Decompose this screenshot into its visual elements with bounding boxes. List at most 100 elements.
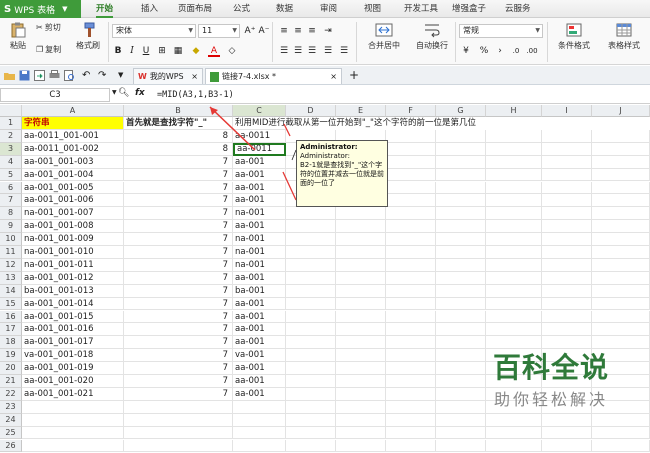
row-header[interactable]: 13 bbox=[0, 271, 22, 285]
row-header[interactable]: 16 bbox=[0, 310, 22, 324]
row-header[interactable]: 25 bbox=[0, 426, 22, 440]
cell-c[interactable]: aa-0011 bbox=[233, 129, 286, 143]
empty-cell[interactable] bbox=[436, 284, 486, 298]
empty-cell[interactable] bbox=[542, 284, 592, 298]
decrease-decimal-icon[interactable]: .00 bbox=[526, 45, 538, 57]
cell-c[interactable]: aa-001 bbox=[233, 181, 286, 195]
copy-button[interactable]: ❐ 复制 bbox=[36, 44, 61, 55]
cell-b[interactable]: 7 bbox=[124, 375, 233, 388]
row-header[interactable]: 26 bbox=[0, 439, 22, 453]
row-header[interactable]: 17 bbox=[0, 323, 22, 337]
cell-c[interactable] bbox=[233, 439, 286, 453]
justify-icon[interactable]: ☰ bbox=[322, 45, 334, 57]
bold-icon[interactable]: B bbox=[112, 45, 124, 57]
empty-cell[interactable] bbox=[336, 400, 386, 414]
cell-c[interactable]: aa-001 bbox=[233, 323, 286, 337]
cell-a[interactable]: aa-001_001-016 bbox=[22, 323, 124, 337]
cell-b[interactable]: 7 bbox=[124, 258, 233, 272]
empty-cell[interactable] bbox=[436, 258, 486, 272]
empty-cell[interactable] bbox=[386, 387, 436, 401]
cell-a[interactable]: aa-001_001-015 bbox=[22, 310, 124, 324]
empty-cell[interactable] bbox=[592, 310, 650, 324]
column-header-a[interactable]: A bbox=[22, 105, 124, 117]
cell-c[interactable]: na-001 bbox=[233, 233, 286, 246]
empty-cell[interactable] bbox=[436, 220, 486, 234]
redo-icon[interactable]: ↷ bbox=[98, 70, 109, 81]
empty-cell[interactable] bbox=[592, 129, 650, 143]
tab-enhance-box[interactable]: 增强盒子 bbox=[452, 0, 486, 18]
row-header[interactable]: 12 bbox=[0, 258, 22, 272]
empty-cell[interactable] bbox=[286, 246, 336, 259]
empty-cell[interactable] bbox=[286, 233, 336, 246]
empty-cell[interactable] bbox=[336, 362, 386, 375]
empty-cell[interactable] bbox=[542, 233, 592, 246]
cell-b[interactable] bbox=[124, 413, 233, 427]
clear-format-icon[interactable]: ◇ bbox=[226, 45, 238, 57]
empty-cell[interactable] bbox=[386, 271, 436, 285]
cell-b[interactable]: 7 bbox=[124, 246, 233, 259]
empty-cell[interactable] bbox=[486, 323, 542, 337]
fill-color-icon[interactable]: ◆ bbox=[190, 45, 202, 57]
cell-a[interactable]: na-001_001-007 bbox=[22, 207, 124, 221]
empty-cell[interactable] bbox=[486, 168, 542, 182]
app-menu-button[interactable]: S WPS 表格 ▼ bbox=[0, 0, 81, 18]
cell-a[interactable]: aa-0011_001-001 bbox=[22, 129, 124, 143]
row-header[interactable]: 10 bbox=[0, 233, 22, 246]
name-box[interactable]: C3 bbox=[0, 88, 110, 102]
empty-cell[interactable] bbox=[592, 220, 650, 234]
empty-cell[interactable] bbox=[436, 207, 486, 221]
row-header[interactable]: 20 bbox=[0, 362, 22, 375]
empty-cell[interactable] bbox=[436, 142, 486, 156]
cell-a[interactable] bbox=[22, 400, 124, 414]
row-header[interactable]: 11 bbox=[0, 246, 22, 259]
cell-a[interactable]: na-001_001-009 bbox=[22, 233, 124, 246]
empty-cell[interactable] bbox=[286, 284, 336, 298]
cell-c[interactable]: va-001 bbox=[233, 349, 286, 363]
empty-cell[interactable] bbox=[486, 284, 542, 298]
cell-a[interactable]: aa-001_001-012 bbox=[22, 271, 124, 285]
cell-b[interactable]: 7 bbox=[124, 207, 233, 221]
cut-button[interactable]: ✂ 剪切 bbox=[36, 22, 61, 33]
empty-cell[interactable] bbox=[386, 155, 436, 169]
empty-cell[interactable] bbox=[386, 207, 436, 221]
empty-cell[interactable] bbox=[592, 246, 650, 259]
empty-cell[interactable] bbox=[336, 258, 386, 272]
empty-cell[interactable] bbox=[542, 271, 592, 285]
empty-cell[interactable] bbox=[486, 207, 542, 221]
cell-a[interactable]: na-001_001-010 bbox=[22, 246, 124, 259]
empty-cell[interactable] bbox=[386, 375, 436, 388]
tab-my-wps[interactable]: W 我的WPS × bbox=[133, 68, 203, 84]
empty-cell[interactable] bbox=[286, 220, 336, 234]
row-header[interactable]: 18 bbox=[0, 336, 22, 350]
empty-cell[interactable] bbox=[592, 271, 650, 285]
cell-a[interactable]: aa-001_001-017 bbox=[22, 336, 124, 350]
column-header-g[interactable]: G bbox=[436, 105, 486, 117]
row-header[interactable]: 8 bbox=[0, 207, 22, 221]
cell-b[interactable] bbox=[124, 439, 233, 453]
empty-cell[interactable] bbox=[336, 426, 386, 440]
empty-cell[interactable] bbox=[286, 271, 336, 285]
empty-cell[interactable] bbox=[592, 155, 650, 169]
empty-cell[interactable] bbox=[386, 142, 436, 156]
align-left-icon[interactable]: ☰ bbox=[278, 45, 290, 57]
empty-cell[interactable] bbox=[336, 271, 386, 285]
paste-button[interactable]: 粘贴 bbox=[4, 22, 32, 51]
italic-icon[interactable]: I bbox=[126, 45, 138, 57]
empty-cell[interactable] bbox=[542, 129, 592, 143]
cell-a[interactable]: ba-001_001-013 bbox=[22, 284, 124, 298]
empty-cell[interactable] bbox=[336, 233, 386, 246]
shrink-font-icon[interactable]: A⁻ bbox=[258, 25, 270, 37]
row-header[interactable]: 24 bbox=[0, 413, 22, 427]
empty-cell[interactable] bbox=[286, 336, 336, 350]
cell-c[interactable]: na-001 bbox=[233, 246, 286, 259]
empty-cell[interactable] bbox=[592, 258, 650, 272]
empty-cell[interactable] bbox=[486, 336, 542, 350]
cell-a[interactable] bbox=[22, 413, 124, 427]
empty-cell[interactable] bbox=[486, 181, 542, 195]
empty-cell[interactable] bbox=[386, 194, 436, 208]
column-header-j[interactable]: J bbox=[592, 105, 650, 117]
underline-icon[interactable]: U bbox=[140, 45, 152, 57]
cell-c[interactable]: aa-001 bbox=[233, 155, 286, 169]
column-header-e[interactable]: E bbox=[336, 105, 386, 117]
cell-b[interactable]: 7 bbox=[124, 194, 233, 208]
